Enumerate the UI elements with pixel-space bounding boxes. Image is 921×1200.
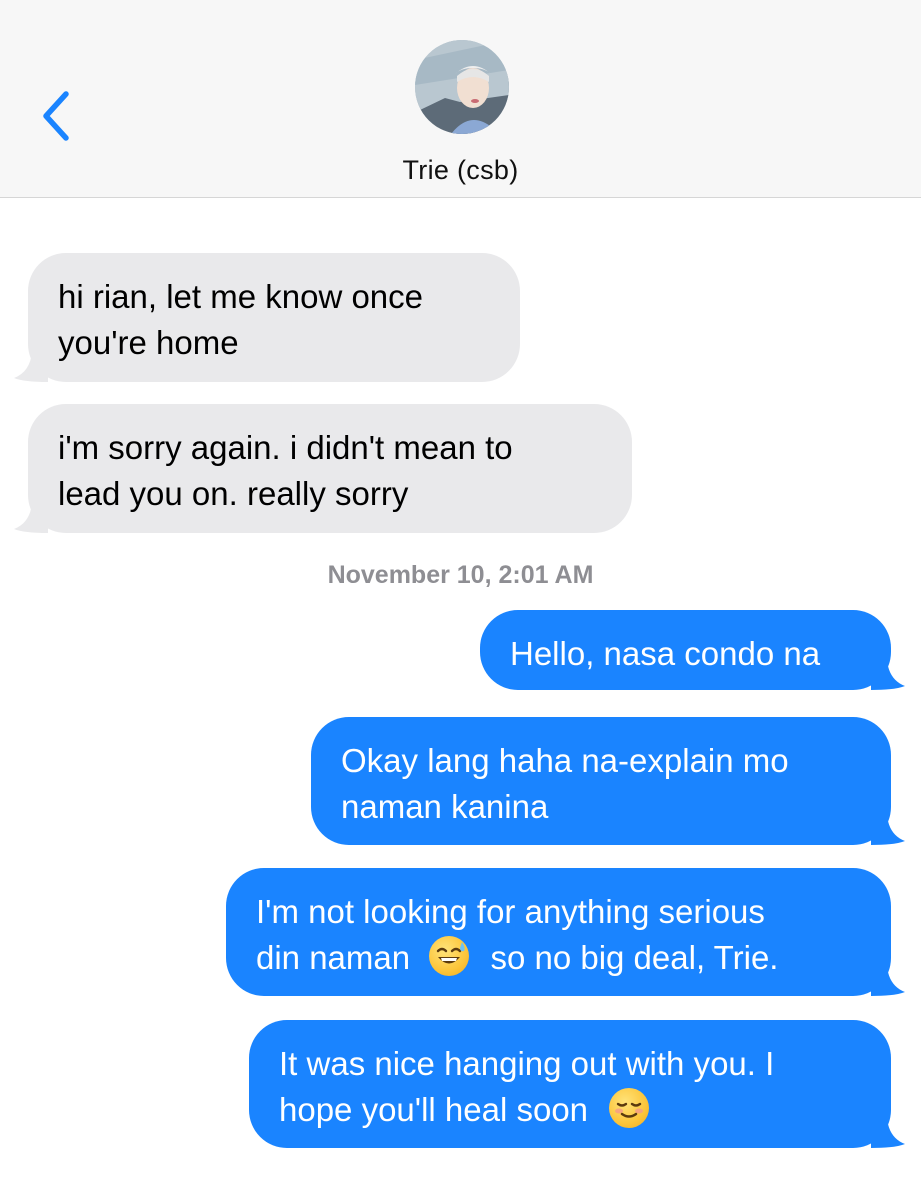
message-text-line: I'm not looking for anything serious xyxy=(256,893,765,930)
incoming-message[interactable]: i'm sorry again. i didn't mean to lead y… xyxy=(14,404,632,533)
message-thread: hi rian, let me know once you're home i'… xyxy=(0,198,921,1200)
message-text-fragment: din naman xyxy=(256,939,411,976)
bubble-tail xyxy=(871,815,905,845)
message-text-line-with-emoji: din naman so no big deal, Trie. xyxy=(256,935,861,981)
contact-name[interactable]: Trie (csb) xyxy=(0,155,921,186)
message-text-line: i'm sorry again. i didn't mean to xyxy=(58,429,513,466)
avatar-photo xyxy=(415,40,509,134)
contact-avatar[interactable] xyxy=(415,40,509,134)
outgoing-message[interactable]: Okay lang haha na-explain mo naman kanin… xyxy=(311,717,905,845)
message-text-fragment: so no big deal, Trie. xyxy=(490,939,779,976)
message-text-line: naman kanina xyxy=(341,788,549,825)
incoming-message[interactable]: hi rian, let me know once you're home xyxy=(14,253,520,382)
bubble-tail xyxy=(14,352,48,382)
message-text-line: Hello, nasa condo na xyxy=(510,635,821,672)
message-text-line-with-emoji: hope you'll heal soon xyxy=(279,1087,861,1133)
message-text-line: It was nice hanging out with you. I xyxy=(279,1045,775,1082)
bubble-tail xyxy=(871,966,905,996)
bubble-tail xyxy=(14,503,48,533)
bubble-tail xyxy=(871,1118,905,1148)
message-text-fragment: hope you'll heal soon xyxy=(279,1091,589,1128)
sweat-smile-emoji xyxy=(429,936,470,976)
outgoing-message[interactable]: Hello, nasa condo na xyxy=(480,610,905,690)
chevron-left-icon xyxy=(43,91,69,141)
outgoing-message[interactable]: It was nice hanging out with you. I hope… xyxy=(249,1020,905,1148)
message-timestamp: November 10, 2:01 AM xyxy=(327,561,594,589)
conversation-header: Trie (csb) xyxy=(0,0,921,198)
message-text-line: hi rian, let me know once xyxy=(58,278,424,315)
message-text-line: lead you on. really sorry xyxy=(58,475,409,512)
bubble-tail xyxy=(871,660,905,690)
message-text-line: you're home xyxy=(58,324,239,361)
back-button[interactable] xyxy=(36,86,80,146)
message-text-line: Okay lang haha na-explain mo xyxy=(341,742,789,779)
smiling-face-emoji xyxy=(609,1088,650,1128)
outgoing-message[interactable]: I'm not looking for anything serious din… xyxy=(226,868,905,996)
